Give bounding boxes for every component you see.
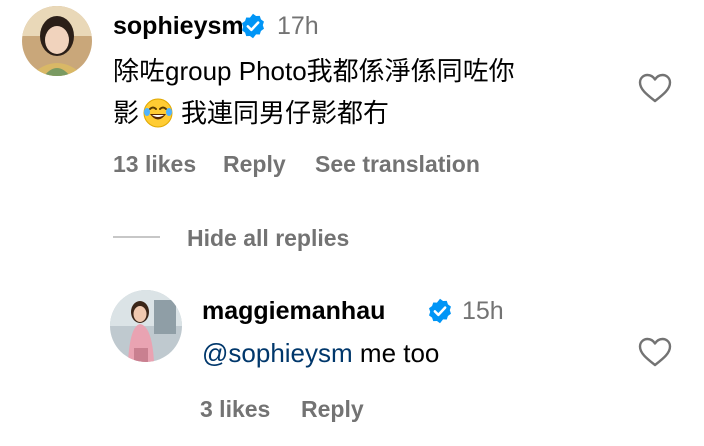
like-heart-icon[interactable] [637,336,673,368]
comment-text: 除咗group Photo我都係淨係同咗你 影 我連同男仔影都冇 [113,50,633,140]
avatar-maggiemanhau[interactable] [110,290,182,362]
like-heart-icon[interactable] [637,72,673,104]
replies-divider [113,236,160,238]
reply-timestamp: 15h [462,297,504,325]
avatar-sophieysm[interactable] [22,6,92,76]
laughing-with-tears-emoji-icon [143,98,173,140]
reply-like-count[interactable]: 3 likes [200,396,270,423]
reply-text: @sophieysm me too [202,332,439,374]
mention-link[interactable]: @sophieysm [202,338,353,368]
comment-text-line2-suffix: 我連同男仔影都冇 [181,98,390,128]
comment-text-line2-prefix: 影 [113,98,140,128]
comment-timestamp: 17h [277,12,319,40]
see-translation-button[interactable]: See translation [315,151,480,178]
reply-username[interactable]: maggiemanhau [202,297,385,326]
reply-text-body: me too [359,338,440,368]
comment-text-line1: 除咗group Photo我都係淨係同咗你 [113,56,515,86]
comment-reply-button[interactable]: Reply [223,151,286,178]
comment-like-count[interactable]: 13 likes [113,151,196,178]
comment-username[interactable]: sophieysm [113,12,244,41]
verified-badge-icon [239,12,267,40]
reply-reply-button[interactable]: Reply [301,396,364,423]
hide-replies-button[interactable]: Hide all replies [187,225,349,252]
verified-badge-icon [426,297,454,325]
comment-text-line2: 影 我連同男仔影都冇 [113,92,633,140]
